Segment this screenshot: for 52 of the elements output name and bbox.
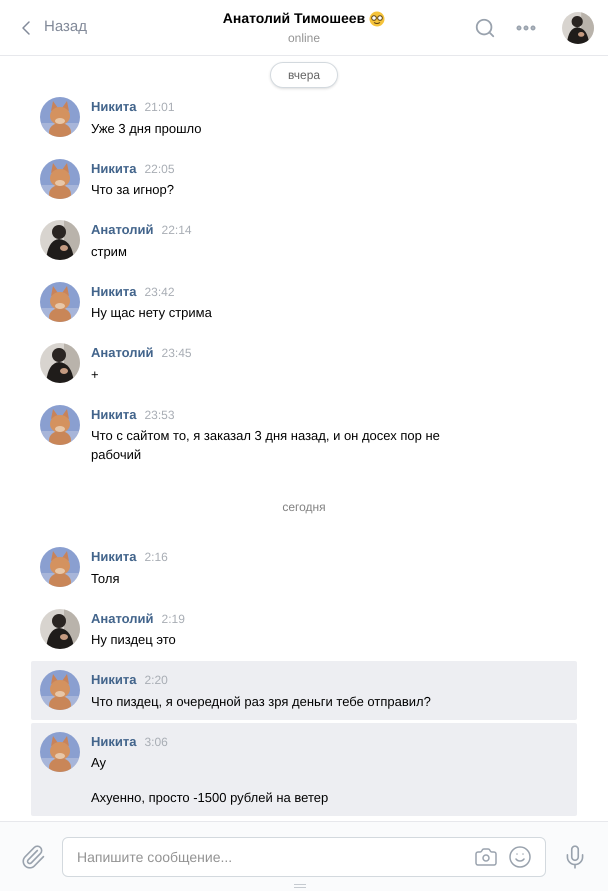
message-row[interactable]: Анатолий 2:19 Ну пиздец это — [31, 600, 577, 658]
sender-name[interactable]: Никита — [91, 282, 136, 301]
message-text: Что за игнор? — [91, 181, 175, 199]
message-row[interactable]: Анатолий 22:14 стрим — [31, 211, 577, 270]
sender-name[interactable]: Никита — [91, 97, 136, 116]
sender-name[interactable]: Анатолий — [91, 343, 154, 362]
sender-name[interactable]: Никита — [91, 670, 136, 690]
message-row[interactable]: Никита 21:01 Уже 3 дня прошло — [31, 88, 577, 146]
sender-name[interactable]: Никита — [91, 158, 136, 178]
message-time: 2:19 — [162, 610, 185, 628]
attach-icon[interactable] — [20, 844, 46, 870]
message-row[interactable]: Никита 2:16 Толя — [31, 538, 577, 596]
search-icon[interactable] — [474, 16, 496, 38]
message-time: 3:06 — [144, 734, 168, 750]
message-row[interactable]: Никита 22:05 Что за игнор? — [31, 150, 577, 208]
nerd-face-icon — [369, 10, 386, 26]
back-button[interactable]: Назад — [14, 16, 154, 40]
message-text: Ну щас нету стрима — [91, 304, 212, 322]
message-text: стрим — [91, 242, 128, 260]
message-text: Ну пиздец это — [91, 631, 177, 649]
message-text: Что пиздец, я очередной раз зря деньги тебе отправил? — [91, 692, 431, 710]
message-input[interactable]: Напишите сообщение... — [62, 836, 546, 876]
message-row[interactable]: Никита 3:06 Ау Ахуенно, просто -1500 рублей на ветер — [31, 722, 577, 816]
message-row[interactable]: Анатолий 23:45 + — [31, 334, 577, 392]
message-time: 22:05 — [144, 160, 175, 178]
message-row[interactable]: Никита 23:42 Ну щас нету стрима — [31, 272, 577, 331]
message-time: 2:20 — [144, 672, 168, 689]
message-text: Ау — [91, 754, 108, 772]
chat-title: Анатолий Тимошеев — [222, 9, 366, 28]
message-time: 23:45 — [162, 345, 192, 362]
online-status: online — [288, 30, 320, 47]
sender-name[interactable]: Анатолий — [91, 608, 154, 628]
sender-name[interactable]: Никита — [91, 732, 136, 751]
message-row[interactable]: Никита 23:53 Что с сайтом то, я заказал 3 дня назад, и он досех пор не рабочий — [31, 396, 577, 473]
sender-name[interactable]: Никита — [91, 404, 136, 424]
smile-icon[interactable] — [508, 844, 532, 868]
sender-name[interactable]: Никита — [91, 547, 136, 566]
message-text: + — [91, 366, 100, 384]
message-text: Ахуенно, просто -1500 рублей на ветер — [91, 789, 328, 807]
message-time: 23:42 — [144, 284, 175, 300]
message-text: Уже 3 дня прошло — [91, 120, 202, 138]
date-separator: сегодня — [282, 499, 326, 516]
message-time: 2:16 — [144, 549, 168, 566]
message-text: Толя — [91, 570, 120, 588]
message-time: 23:53 — [144, 406, 175, 424]
resize-handle-icon[interactable] — [294, 884, 306, 889]
message-text: Что с сайтом то, я заказал 3 дня назад, и он досех пор не рабочий — [91, 427, 441, 464]
date-badge: вчера — [270, 62, 338, 88]
message-time: 22:14 — [162, 222, 192, 239]
message-time: 21:01 — [144, 99, 175, 116]
sender-name[interactable]: Анатолий — [91, 220, 154, 240]
message-row[interactable]: Никита 2:20 Что пиздец, я очередной раз зря деньги тебе отправил? — [31, 661, 577, 720]
